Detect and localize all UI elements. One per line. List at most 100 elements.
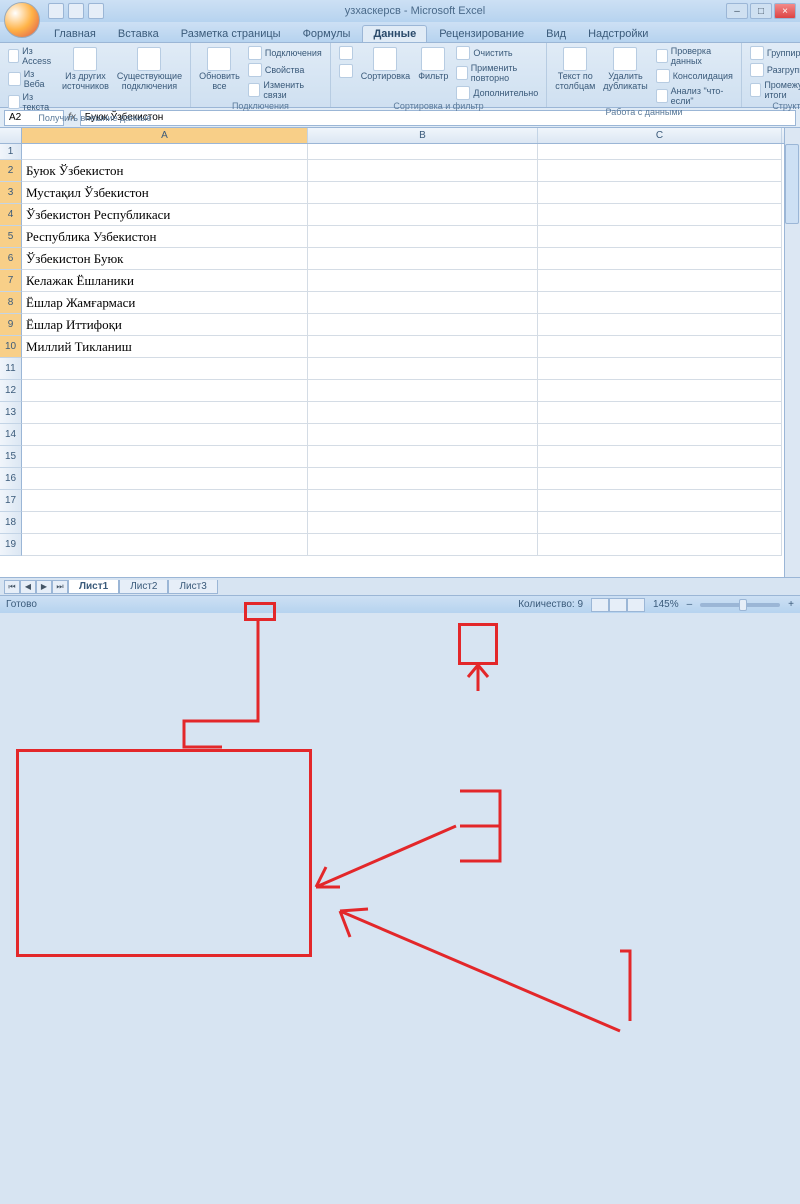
- connections-button[interactable]: Подключения: [246, 45, 324, 61]
- row-header[interactable]: 13: [0, 402, 22, 424]
- tab-view[interactable]: Вид: [536, 26, 576, 42]
- row-header[interactable]: 5: [0, 226, 22, 248]
- view-normal-button[interactable]: [591, 598, 609, 612]
- cell[interactable]: Ўзбекистон Буюк: [22, 248, 308, 270]
- cell[interactable]: [22, 468, 308, 490]
- sort-asc-button[interactable]: [337, 45, 355, 61]
- sort-desc-button[interactable]: [337, 63, 355, 79]
- clear-filter-button[interactable]: Очистить: [454, 45, 540, 61]
- cell[interactable]: [538, 144, 782, 160]
- row-header[interactable]: 2: [0, 160, 22, 182]
- cell[interactable]: Миллий Тикланиш: [22, 336, 308, 358]
- group-button[interactable]: Группировать: [748, 45, 800, 61]
- cell[interactable]: [22, 424, 308, 446]
- consolidate-button[interactable]: Консолидация: [654, 68, 735, 84]
- cell[interactable]: [308, 468, 538, 490]
- cell[interactable]: [538, 512, 782, 534]
- zoom-level[interactable]: 145%: [653, 599, 679, 610]
- cell[interactable]: Буюк Ўзбекистон: [22, 160, 308, 182]
- cell[interactable]: [538, 226, 782, 248]
- cell[interactable]: [308, 144, 538, 160]
- cell[interactable]: [308, 314, 538, 336]
- row-header[interactable]: 17: [0, 490, 22, 512]
- properties-button[interactable]: Свойства: [246, 62, 324, 78]
- row-header[interactable]: 7: [0, 270, 22, 292]
- cell[interactable]: [538, 336, 782, 358]
- sheet-nav-prev[interactable]: ◀: [20, 580, 36, 594]
- view-layout-button[interactable]: [609, 598, 627, 612]
- cell[interactable]: [308, 292, 538, 314]
- cell[interactable]: [538, 446, 782, 468]
- qat-redo-icon[interactable]: [88, 3, 104, 19]
- cell[interactable]: [308, 204, 538, 226]
- cell[interactable]: [538, 204, 782, 226]
- cell[interactable]: [308, 226, 538, 248]
- whatif-button[interactable]: Анализ "что-если": [654, 85, 735, 107]
- cell[interactable]: [308, 424, 538, 446]
- row-header[interactable]: 12: [0, 380, 22, 402]
- cell[interactable]: [308, 336, 538, 358]
- sheet-tab-3[interactable]: Лист3: [168, 580, 217, 594]
- row-header[interactable]: 16: [0, 468, 22, 490]
- cell[interactable]: [538, 182, 782, 204]
- from-access-button[interactable]: Из Access: [6, 45, 56, 67]
- cell[interactable]: [22, 490, 308, 512]
- row-header[interactable]: 9: [0, 314, 22, 336]
- cell[interactable]: [538, 468, 782, 490]
- tab-addins[interactable]: Надстройки: [578, 26, 658, 42]
- remove-duplicates-button[interactable]: Удалить дубликаты: [601, 45, 649, 94]
- cell[interactable]: [538, 160, 782, 182]
- office-button[interactable]: [4, 2, 40, 38]
- close-button[interactable]: ×: [774, 3, 796, 19]
- cell[interactable]: [308, 380, 538, 402]
- cell[interactable]: [538, 270, 782, 292]
- select-all-corner[interactable]: [0, 128, 22, 143]
- cell[interactable]: [538, 402, 782, 424]
- cell[interactable]: [308, 270, 538, 292]
- tab-insert[interactable]: Вставка: [108, 26, 169, 42]
- tab-review[interactable]: Рецензирование: [429, 26, 534, 42]
- row-header[interactable]: 8: [0, 292, 22, 314]
- row-header[interactable]: 1: [0, 144, 22, 160]
- sheet-nav-first[interactable]: ⏮: [4, 580, 20, 594]
- zoom-out-button[interactable]: –: [687, 599, 693, 610]
- col-header-c[interactable]: C: [538, 128, 782, 143]
- data-validation-button[interactable]: Проверка данных: [654, 45, 735, 67]
- cell[interactable]: [308, 446, 538, 468]
- tab-home[interactable]: Главная: [44, 26, 106, 42]
- cell[interactable]: [308, 358, 538, 380]
- refresh-all-button[interactable]: Обновить все: [197, 45, 242, 94]
- cell[interactable]: [538, 534, 782, 556]
- cell[interactable]: [538, 424, 782, 446]
- cell[interactable]: [538, 490, 782, 512]
- cell[interactable]: Ёшлар Иттифоқи: [22, 314, 308, 336]
- reapply-button[interactable]: Применить повторно: [454, 62, 540, 84]
- filter-button[interactable]: Фильтр: [416, 45, 450, 84]
- row-header[interactable]: 14: [0, 424, 22, 446]
- row-header[interactable]: 19: [0, 534, 22, 556]
- cell[interactable]: [308, 512, 538, 534]
- zoom-in-button[interactable]: +: [788, 599, 794, 610]
- row-header[interactable]: 3: [0, 182, 22, 204]
- tab-page-layout[interactable]: Разметка страницы: [171, 26, 291, 42]
- qat-save-icon[interactable]: [48, 3, 64, 19]
- existing-connections-button[interactable]: Существующие подключения: [115, 45, 184, 94]
- row-header[interactable]: 15: [0, 446, 22, 468]
- from-other-sources-button[interactable]: Из других источников: [60, 45, 111, 94]
- cell[interactable]: [308, 248, 538, 270]
- cell[interactable]: [308, 182, 538, 204]
- cell[interactable]: Келажак Ёшланики: [22, 270, 308, 292]
- edit-links-button[interactable]: Изменить связи: [246, 79, 324, 101]
- zoom-slider[interactable]: [700, 603, 780, 607]
- row-header[interactable]: 6: [0, 248, 22, 270]
- cell[interactable]: [538, 314, 782, 336]
- row-header[interactable]: 4: [0, 204, 22, 226]
- from-text-button[interactable]: Из текста: [6, 91, 56, 113]
- ungroup-button[interactable]: Разгруппировать: [748, 62, 800, 78]
- cell[interactable]: [22, 358, 308, 380]
- cell[interactable]: [538, 292, 782, 314]
- cell[interactable]: Ўзбекистон Республикаси: [22, 204, 308, 226]
- cell[interactable]: [308, 534, 538, 556]
- worksheet-grid[interactable]: A B C 12Буюк Ўзбекистон3Мустақил Ўзбекис…: [0, 128, 800, 591]
- cell[interactable]: [308, 490, 538, 512]
